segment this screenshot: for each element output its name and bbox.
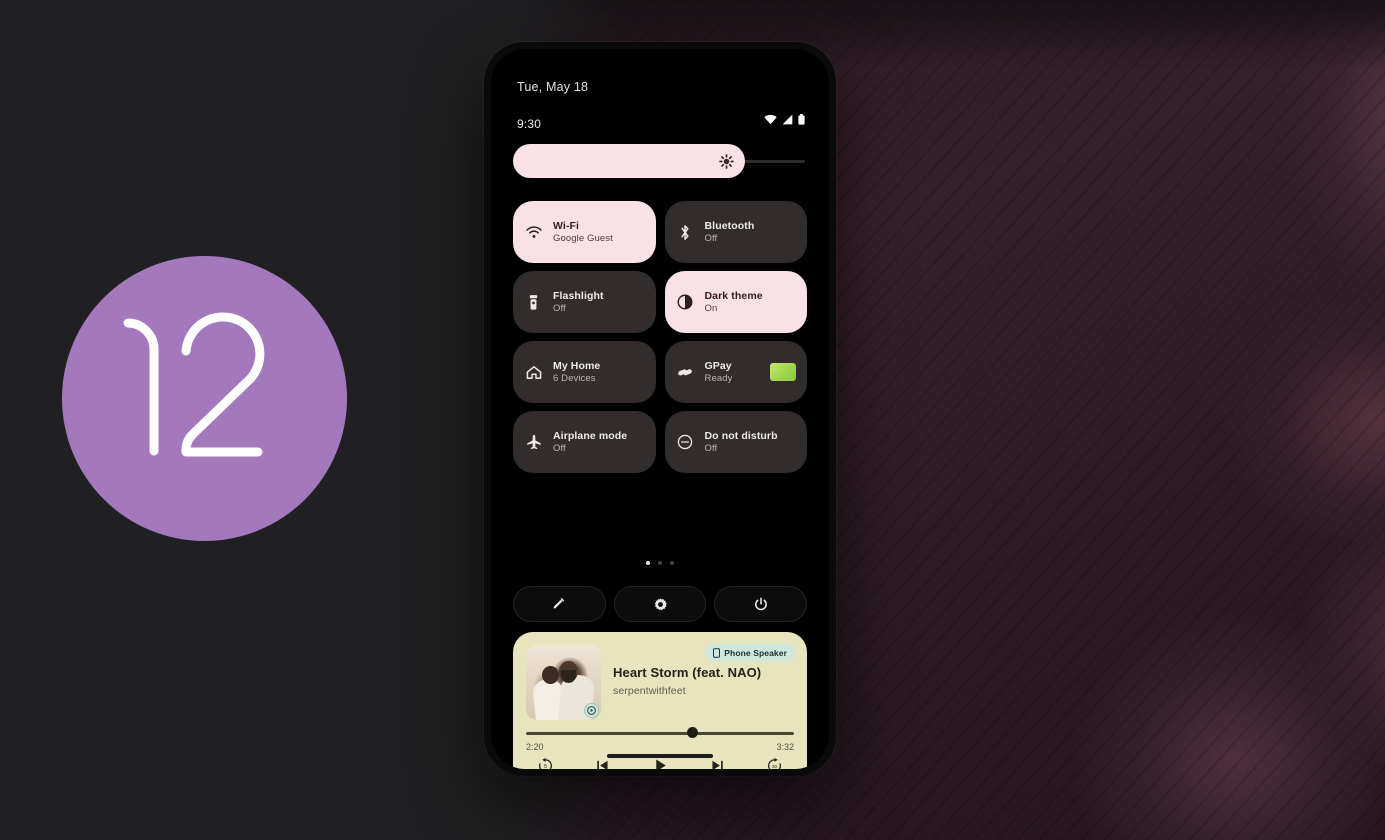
forward-30-button[interactable]: 30 xyxy=(766,757,783,769)
page-dot[interactable] xyxy=(658,561,662,565)
airplane-icon xyxy=(524,434,543,450)
album-art[interactable] xyxy=(526,645,601,720)
qs-page-indicator xyxy=(491,561,829,565)
play-button[interactable] xyxy=(652,757,669,769)
tile-dark-theme[interactable]: Dark theme On xyxy=(664,271,807,333)
tile-wifi[interactable]: Wi-Fi Google Guest xyxy=(513,201,656,263)
dnd-icon xyxy=(676,434,695,450)
tile-title: Do not disturb xyxy=(704,430,778,442)
tile-subtitle: Ready xyxy=(704,373,733,384)
tile-do-not-disturb[interactable]: Do not disturb Off xyxy=(664,411,807,473)
flashlight-icon xyxy=(524,294,543,311)
tile-gpay[interactable]: GPay Ready xyxy=(664,341,807,403)
tile-subtitle: Google Guest xyxy=(553,233,613,244)
phone-speaker-icon xyxy=(713,647,721,658)
tile-flashlight[interactable]: Flashlight Off xyxy=(513,271,656,333)
bluetooth-icon xyxy=(676,224,695,241)
tile-title: My Home xyxy=(553,360,601,372)
tile-airplane-mode[interactable]: Airplane mode Off xyxy=(513,411,656,473)
cellular-signal-icon xyxy=(782,114,793,125)
tile-subtitle: Off xyxy=(553,303,566,314)
wifi-icon xyxy=(764,114,777,125)
tile-subtitle: Off xyxy=(704,443,718,454)
status-clock: 9:30 xyxy=(517,117,542,131)
phone-screen: Tue, May 18 9:30 Wi-Fi Google Guest Blue… xyxy=(491,49,829,769)
svg-text:30: 30 xyxy=(772,764,778,769)
tile-bluetooth[interactable]: Bluetooth Off xyxy=(664,201,807,263)
tile-title: Wi-Fi xyxy=(553,220,580,232)
dark-theme-icon xyxy=(676,294,695,310)
media-player-card: Phone Speaker Heart Storm (feat. NAO) se… xyxy=(513,632,807,769)
media-total-time: 3:32 xyxy=(776,742,794,752)
settings-button[interactable] xyxy=(613,586,707,622)
tile-title: Flashlight xyxy=(553,290,604,302)
album-art-head-left xyxy=(542,666,559,684)
media-seek-bar[interactable] xyxy=(526,726,794,740)
media-track-title: Heart Storm (feat. NAO) xyxy=(613,665,762,680)
tile-title: Bluetooth xyxy=(704,220,755,232)
tile-title: GPay xyxy=(704,360,732,372)
next-button[interactable] xyxy=(710,758,725,769)
battery-icon xyxy=(798,114,805,125)
replay-5-button[interactable]: 5 xyxy=(537,757,554,769)
status-icons xyxy=(764,114,805,125)
gpay-icon xyxy=(676,366,695,379)
brightness-icon xyxy=(719,153,734,169)
media-track-artist: serpentwithfeet xyxy=(613,685,686,697)
quick-settings-tiles: Wi-Fi Google Guest Bluetooth Off Flashli… xyxy=(513,201,807,473)
brightness-fill xyxy=(513,144,745,178)
tile-subtitle: Off xyxy=(704,233,718,244)
phone-device-frame: Tue, May 18 9:30 Wi-Fi Google Guest Blue… xyxy=(484,42,836,776)
status-date: Tue, May 18 xyxy=(517,80,589,94)
gesture-nav-bar[interactable] xyxy=(607,754,713,758)
wifi-icon xyxy=(524,225,543,239)
svg-text:5: 5 xyxy=(544,764,547,769)
brightness-slider[interactable] xyxy=(513,144,805,178)
pencil-icon xyxy=(554,598,565,609)
tile-my-home[interactable]: My Home 6 Devices xyxy=(513,341,656,403)
youtube-music-icon xyxy=(584,703,599,718)
media-controls: 5 30 xyxy=(537,757,783,769)
page-dot[interactable] xyxy=(670,561,674,565)
tile-subtitle: Off xyxy=(553,443,566,454)
media-elapsed-time: 2:20 xyxy=(526,742,544,752)
page-dot[interactable] xyxy=(646,561,650,565)
seek-thumb[interactable] xyxy=(687,727,698,738)
edit-tiles-button[interactable] xyxy=(513,586,606,622)
power-icon xyxy=(754,597,767,610)
gear-icon xyxy=(654,597,667,610)
qs-action-buttons xyxy=(513,586,808,622)
previous-button[interactable] xyxy=(595,758,610,769)
tile-title: Dark theme xyxy=(704,290,763,302)
output-device-chip[interactable]: Phone Speaker xyxy=(705,644,795,661)
tile-subtitle: 6 Devices xyxy=(553,373,596,384)
tile-title: Airplane mode xyxy=(553,430,628,442)
seek-track xyxy=(526,732,794,735)
android-12-logo xyxy=(62,256,347,541)
screenshot-canvas: Tue, May 18 9:30 Wi-Fi Google Guest Blue… xyxy=(0,0,1385,840)
power-button[interactable] xyxy=(714,586,808,622)
gpay-card-thumbnail xyxy=(770,363,796,381)
tile-subtitle: On xyxy=(704,303,718,314)
output-device-label: Phone Speaker xyxy=(724,647,787,658)
home-icon xyxy=(524,365,543,380)
